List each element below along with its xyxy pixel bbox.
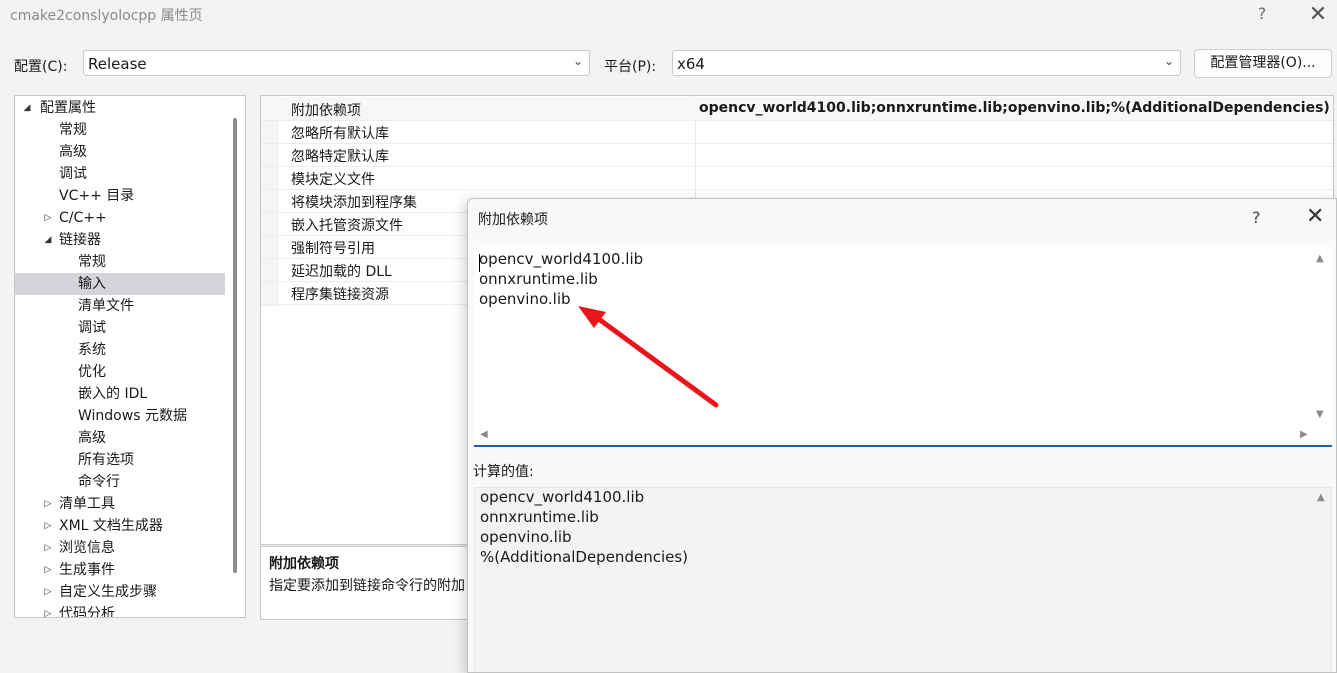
tree-item-linker-embedded-idl[interactable]: 嵌入的 IDL (15, 383, 225, 405)
grid-row-module-definition-file[interactable]: 模块定义文件 (261, 166, 1333, 190)
tree-item-config-properties[interactable]: ◢ 配置属性 (15, 97, 225, 119)
platform-select[interactable]: x64 ⌄ (672, 50, 1181, 76)
chevron-down-icon: ⌄ (572, 54, 583, 68)
arrow-shaft (593, 314, 719, 408)
expand-icon[interactable]: ▷ (42, 493, 54, 515)
tree-item-debugging[interactable]: 调试 (15, 163, 225, 185)
expand-icon[interactable]: ▷ (42, 581, 54, 603)
platform-label: 平台(P): (604, 59, 657, 75)
tree-item-xml-doc-generator[interactable]: ▷ XML 文档生成器 (15, 515, 225, 537)
description-text: 指定要添加到链接命令行的附加 (269, 578, 465, 594)
grid-row-ignore-specific-default-libs[interactable]: 忽略特定默认库 (261, 143, 1333, 167)
annotation-arrow (578, 306, 719, 408)
tree-scrollbar[interactable] (233, 118, 237, 573)
tree-item-browse-information[interactable]: ▷ 浏览信息 (15, 537, 225, 559)
tree-item-linker-all-options[interactable]: 所有选项 (15, 449, 225, 471)
window-title: cmake2conslyolocpp 属性页 (10, 8, 203, 24)
tree-item-linker-input[interactable]: 输入 (15, 273, 225, 295)
config-value: Release (88, 55, 147, 73)
tree-item-custom-build-step[interactable]: ▷ 自定义生成步骤 (15, 581, 225, 603)
collapse-icon[interactable]: ◢ (42, 229, 54, 251)
tree-item-c-cpp[interactable]: ▷ C/C++ (15, 207, 225, 229)
tree-item-general[interactable]: 常规 (15, 119, 225, 141)
tree-item-manifest-tool[interactable]: ▷ 清单工具 (15, 493, 225, 515)
grid-row-ignore-all-default-libs[interactable]: 忽略所有默认库 (261, 120, 1333, 144)
description-title: 附加依赖项 (269, 556, 339, 572)
tree-item-linker-general[interactable]: 常规 (15, 251, 225, 273)
platform-value: x64 (677, 55, 705, 73)
close-icon[interactable]: ✕ (1306, 2, 1330, 28)
tree-item-vc-directories[interactable]: VC++ 目录 (15, 185, 225, 207)
help-button[interactable]: ? (1252, 4, 1272, 26)
tree-item-linker-manifest[interactable]: 清单文件 (15, 295, 225, 317)
tree-item-linker[interactable]: ◢ 链接器 (15, 229, 225, 251)
tree-item-linker-debugging[interactable]: 调试 (15, 317, 225, 339)
expand-icon[interactable]: ▷ (42, 207, 54, 229)
tree-item-code-analysis[interactable]: ▷ 代码分析 (15, 603, 225, 617)
tree-item-linker-command-line[interactable]: 命令行 (15, 471, 225, 493)
additional-dependencies-dialog: 附加依赖项 ? ✕ opencv_world4100.lib onnxrunti… (467, 198, 1337, 673)
property-tree: ◢ 配置属性 常规 高级 调试 VC++ 目录 ▷ C/C++ ◢ 链接器 常规… (14, 95, 246, 618)
tree-item-advanced[interactable]: 高级 (15, 141, 225, 163)
config-label: 配置(C): (14, 59, 68, 75)
arrow-head (578, 306, 606, 328)
tree-item-linker-system[interactable]: 系统 (15, 339, 225, 361)
expand-icon[interactable]: ▷ (42, 537, 54, 559)
chevron-down-icon: ⌄ (1163, 54, 1174, 68)
expand-icon[interactable]: ▷ (42, 603, 54, 617)
expand-icon[interactable]: ▷ (42, 515, 54, 537)
config-select[interactable]: Release ⌄ (83, 50, 590, 76)
tree-item-linker-windows-metadata[interactable]: Windows 元数据 (15, 405, 225, 427)
tree-item-linker-optimization[interactable]: 优化 (15, 361, 225, 383)
grid-row-additional-dependencies[interactable]: 附加依赖项 opencv_world4100.lib;onnxruntime.l… (261, 97, 1333, 121)
configuration-manager-button[interactable]: 配置管理器(O)... (1194, 49, 1332, 78)
tree-item-linker-advanced[interactable]: 高级 (15, 427, 225, 449)
additional-dependencies-value[interactable]: opencv_world4100.lib;onnxruntime.lib;ope… (699, 100, 1330, 116)
expand-icon[interactable]: ◢ (21, 97, 33, 119)
tree-item-build-events[interactable]: ▷ 生成事件 (15, 559, 225, 581)
expand-icon[interactable]: ▷ (42, 559, 54, 581)
